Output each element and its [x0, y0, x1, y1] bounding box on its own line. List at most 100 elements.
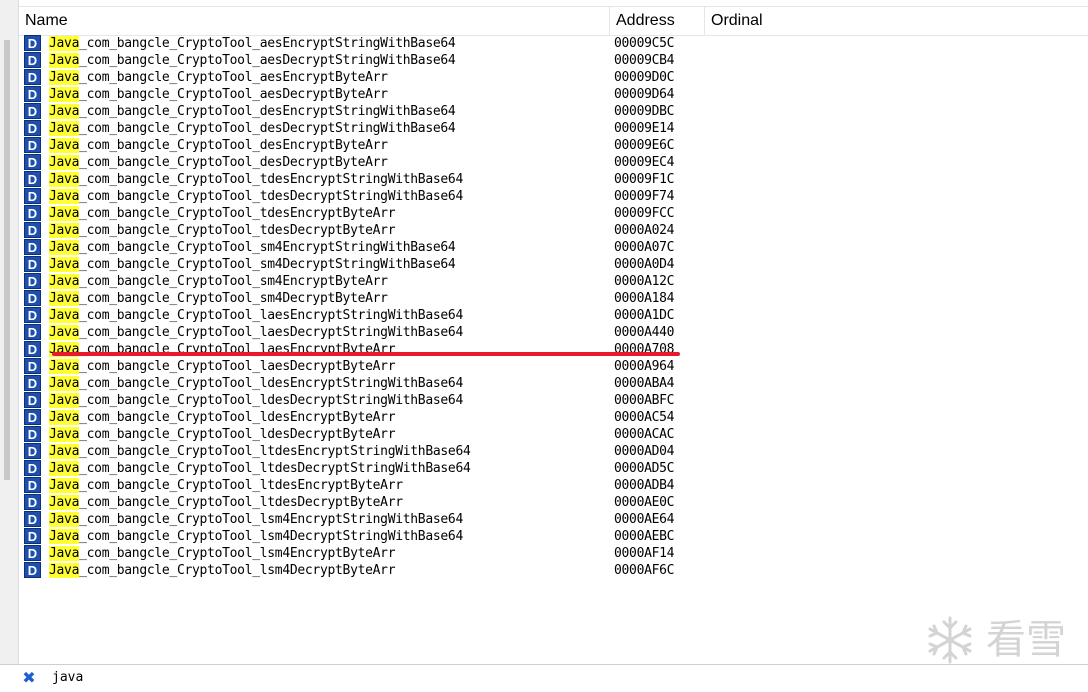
export-row[interactable]: D Java_com_bangcle_CryptoTool_desDecryptB… — [24, 154, 724, 171]
export-name-suffix: _com_bangcle_CryptoTool_ltdesDecryptStri… — [79, 461, 471, 476]
export-row[interactable]: D Java_com_bangcle_CryptoTool_desEncryptB… — [24, 137, 724, 154]
export-name: Java_com_bangcle_CryptoTool_ldesDecryptB… — [49, 426, 396, 443]
export-name: Java_com_bangcle_CryptoTool_laesEncryptS… — [49, 307, 463, 324]
export-address: 0000A1DC — [614, 308, 675, 323]
export-name: Java_com_bangcle_CryptoTool_laesDecryptB… — [49, 358, 396, 375]
export-row[interactable]: D Java_com_bangcle_CryptoTool_ltdesEncryp… — [24, 443, 724, 460]
close-filter-icon[interactable]: ✖ — [20, 669, 38, 687]
export-name: Java_com_bangcle_CryptoTool_aesEncryptSt… — [49, 35, 456, 52]
function-type-icon: D — [24, 188, 41, 204]
export-name-suffix: _com_bangcle_CryptoTool_ldesEncryptByteA… — [79, 410, 396, 425]
export-row[interactable]: D Java_com_bangcle_CryptoTool_sm4EncryptS… — [24, 239, 724, 256]
export-row[interactable]: D Java_com_bangcle_CryptoTool_laesDecrypt… — [24, 358, 724, 375]
snowflake-logo-icon — [928, 616, 972, 664]
export-address: 00009EC4 — [614, 155, 675, 170]
export-name: Java_com_bangcle_CryptoTool_desEncryptSt… — [49, 103, 456, 120]
export-name-suffix: _com_bangcle_CryptoTool_sm4EncryptString… — [79, 240, 456, 255]
search-match-highlight: Java — [49, 70, 80, 85]
export-name-suffix: _com_bangcle_CryptoTool_laesEncryptStrin… — [79, 308, 463, 323]
export-name-suffix: _com_bangcle_CryptoTool_tdesDecryptByteA… — [79, 223, 396, 238]
export-address: 00009F74 — [614, 189, 675, 204]
export-name-suffix: _com_bangcle_CryptoTool_aesDecryptString… — [79, 53, 456, 68]
export-name-suffix: _com_bangcle_CryptoTool_lsm4EncryptByteA… — [79, 546, 396, 561]
column-header-ordinal[interactable]: Ordinal — [705, 7, 1088, 35]
export-address: 0000ACAC — [614, 427, 675, 442]
export-row[interactable]: D Java_com_bangcle_CryptoTool_tdesDecrypt… — [24, 222, 724, 239]
function-type-icon: D — [24, 341, 41, 357]
search-match-highlight: Java — [49, 53, 80, 68]
export-row[interactable]: D Java_com_bangcle_CryptoTool_lsm4Decrypt… — [24, 528, 724, 545]
search-match-highlight: Java — [49, 325, 80, 340]
export-name-suffix: _com_bangcle_CryptoTool_aesEncryptByteAr… — [79, 70, 388, 85]
export-row[interactable]: D Java_com_bangcle_CryptoTool_ltdesDecryp… — [24, 494, 724, 511]
export-row[interactable]: D Java_com_bangcle_CryptoTool_sm4DecryptS… — [24, 256, 724, 273]
search-match-highlight: Java — [49, 257, 80, 272]
search-match-highlight: Java — [49, 495, 80, 510]
export-row[interactable]: D Java_com_bangcle_CryptoTool_sm4EncryptB… — [24, 273, 724, 290]
export-name-suffix: _com_bangcle_CryptoTool_lsm4DecryptStrin… — [79, 529, 463, 544]
search-match-highlight: Java — [49, 138, 80, 153]
export-row[interactable]: D Java_com_bangcle_CryptoTool_laesDecrypt… — [24, 324, 724, 341]
export-name-suffix: _com_bangcle_CryptoTool_laesDecryptStrin… — [79, 325, 463, 340]
export-row[interactable]: D Java_com_bangcle_CryptoTool_desEncryptS… — [24, 103, 724, 120]
export-row[interactable]: D Java_com_bangcle_CryptoTool_aesEncryptS… — [24, 35, 724, 52]
export-row[interactable]: D Java_com_bangcle_CryptoTool_ldesEncrypt… — [24, 409, 724, 426]
function-type-icon: D — [24, 273, 41, 289]
export-row[interactable]: D Java_com_bangcle_CryptoTool_ltdesEncryp… — [24, 477, 724, 494]
export-name-suffix: _com_bangcle_CryptoTool_sm4EncryptByteAr… — [79, 274, 388, 289]
export-address: 00009F1C — [614, 172, 675, 187]
vertical-scrollbar[interactable] — [0, 0, 19, 664]
export-name-suffix: _com_bangcle_CryptoTool_aesDecryptByteAr… — [79, 87, 388, 102]
export-name-suffix: _com_bangcle_CryptoTool_ltdesEncryptStri… — [79, 444, 471, 459]
search-match-highlight: Java — [49, 427, 80, 442]
filter-text[interactable]: java — [52, 668, 83, 688]
export-name: Java_com_bangcle_CryptoTool_tdesDecryptB… — [49, 222, 396, 239]
search-match-highlight: Java — [49, 121, 80, 136]
export-address: 00009D64 — [614, 87, 675, 102]
export-address: 0000AD5C — [614, 461, 675, 476]
search-match-highlight: Java — [49, 274, 80, 289]
search-match-highlight: Java — [49, 410, 80, 425]
export-address: 0000AD04 — [614, 444, 675, 459]
export-row[interactable]: D Java_com_bangcle_CryptoTool_tdesEncrypt… — [24, 205, 724, 222]
search-match-highlight: Java — [49, 189, 80, 204]
export-address: 0000AE0C — [614, 495, 675, 510]
function-type-icon: D — [24, 443, 41, 459]
export-name: Java_com_bangcle_CryptoTool_ltdesDecrypt… — [49, 494, 403, 511]
export-row[interactable]: D Java_com_bangcle_CryptoTool_lsm4Encrypt… — [24, 545, 724, 562]
export-name-suffix: _com_bangcle_CryptoTool_lsm4DecryptByteA… — [79, 563, 396, 578]
function-type-icon: D — [24, 137, 41, 153]
function-type-icon: D — [24, 375, 41, 391]
export-row[interactable]: D Java_com_bangcle_CryptoTool_desDecryptS… — [24, 120, 724, 137]
function-type-icon: D — [24, 239, 41, 255]
export-name: Java_com_bangcle_CryptoTool_ldesEncryptS… — [49, 375, 463, 392]
function-type-icon: D — [24, 477, 41, 493]
export-row[interactable]: D Java_com_bangcle_CryptoTool_aesDecryptS… — [24, 52, 724, 69]
export-row[interactable]: D Java_com_bangcle_CryptoTool_ldesDecrypt… — [24, 426, 724, 443]
column-header-name[interactable]: Name — [19, 7, 610, 35]
search-match-highlight: Java — [49, 223, 80, 238]
function-type-icon: D — [24, 171, 41, 187]
scrollbar-thumb[interactable] — [4, 40, 10, 480]
export-row[interactable]: D Java_com_bangcle_CryptoTool_laesEncrypt… — [24, 307, 724, 324]
export-row[interactable]: D Java_com_bangcle_CryptoTool_tdesEncrypt… — [24, 171, 724, 188]
export-row[interactable]: D Java_com_bangcle_CryptoTool_ltdesDecryp… — [24, 460, 724, 477]
export-address: 0000AE64 — [614, 512, 675, 527]
export-address: 0000ABFC — [614, 393, 675, 408]
export-row[interactable]: D Java_com_bangcle_CryptoTool_ldesDecrypt… — [24, 392, 724, 409]
export-row[interactable]: D Java_com_bangcle_CryptoTool_lsm4Encrypt… — [24, 511, 724, 528]
search-match-highlight: Java — [49, 104, 80, 119]
column-header: Name Address Ordinal — [19, 6, 1088, 36]
export-row[interactable]: D Java_com_bangcle_CryptoTool_sm4DecryptB… — [24, 290, 724, 307]
export-address: 0000A0D4 — [614, 257, 675, 272]
export-row[interactable]: D Java_com_bangcle_CryptoTool_lsm4Decrypt… — [24, 562, 724, 579]
export-address: 0000AF6C — [614, 563, 675, 578]
column-header-address[interactable]: Address — [610, 7, 705, 35]
export-row[interactable]: D Java_com_bangcle_CryptoTool_tdesDecrypt… — [24, 188, 724, 205]
export-row[interactable]: D Java_com_bangcle_CryptoTool_aesDecryptB… — [24, 86, 724, 103]
export-name: Java_com_bangcle_CryptoTool_aesDecryptSt… — [49, 52, 456, 69]
export-address: 0000AC54 — [614, 410, 675, 425]
export-row[interactable]: D Java_com_bangcle_CryptoTool_aesEncryptB… — [24, 69, 724, 86]
export-name: Java_com_bangcle_CryptoTool_laesDecryptS… — [49, 324, 463, 341]
export-row[interactable]: D Java_com_bangcle_CryptoTool_ldesEncrypt… — [24, 375, 724, 392]
